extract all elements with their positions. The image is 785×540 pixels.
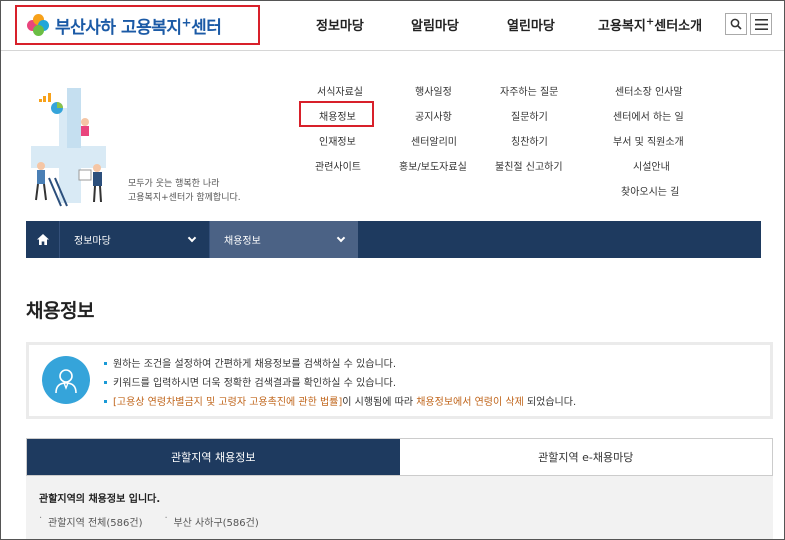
search-button[interactable] (725, 13, 747, 35)
menu-item-center-alerts[interactable]: 센터알리미 (411, 133, 457, 148)
menu-item-press[interactable]: 홍보/보도자료실 (399, 158, 467, 173)
site-logo[interactable]: 부산사하 고용복지+센터 (15, 5, 260, 45)
tab-panel: 관할지역의 채용정보 입니다. 관할지역 전체(586건) 부산 사하구(586… (26, 476, 773, 539)
gnb-item-open[interactable]: 열린마당 (507, 15, 555, 34)
mega-menu: 모두가 웃는 행복한 나라 고용복지+센터가 함께합니다. 서식자료실 채용정보… (1, 52, 784, 221)
user-profile-icon (42, 356, 90, 404)
info-item: 원하는 조건을 설정하여 간편하게 채용정보를 검색하실 수 있습니다. (104, 355, 576, 374)
home-icon (36, 234, 49, 245)
home-button[interactable] (26, 221, 60, 258)
link-all-regions[interactable]: 관할지역 전체(586건) (39, 513, 142, 529)
breadcrumb-depth1-label: 정보마당 (74, 236, 111, 247)
logo-text: 부산사하 고용복지+센터 (55, 14, 222, 38)
breadcrumb-depth2-dropdown[interactable]: 채용정보 (210, 221, 358, 258)
gnb-item-notice[interactable]: 알림마당 (411, 15, 459, 34)
info-list: 원하는 조건을 설정하여 간편하게 채용정보를 검색하실 수 있습니다. 키워드… (104, 355, 576, 412)
page-title: 채용정보 (26, 300, 94, 322)
menu-item-directions[interactable]: 찾아오시는 길 (621, 183, 679, 198)
menu-item-what-we-do[interactable]: 센터에서 하는 일 (613, 108, 684, 123)
highlight-box-jobs (299, 101, 374, 127)
menu-item-forms[interactable]: 서식자료실 (317, 83, 363, 98)
menu-item-talent[interactable]: 인재정보 (319, 133, 356, 148)
menu-item-complaint[interactable]: 불친절 신고하기 (495, 158, 563, 173)
menu-item-ask[interactable]: 질문하기 (511, 108, 548, 123)
menu-item-greeting[interactable]: 센터소장 인사말 (615, 83, 683, 98)
info-box: 원하는 조건을 설정하여 간편하게 채용정보를 검색하실 수 있습니다. 키워드… (26, 342, 773, 419)
menu-button[interactable] (750, 13, 772, 35)
location-bar: 정보마당 채용정보 (26, 221, 761, 258)
menu-item-facilities[interactable]: 시설안내 (633, 158, 670, 173)
menu-item-events[interactable]: 행사일정 (415, 83, 452, 98)
chevron-down-icon (187, 233, 197, 243)
logo-flower-icon (27, 14, 49, 36)
menu-item-praise[interactable]: 칭찬하기 (511, 133, 548, 148)
panel-title: 관할지역의 채용정보 입니다. (39, 494, 161, 505)
search-icon (730, 18, 742, 30)
site-header: 부산사하 고용복지+센터 정보마당 알림마당 열린마당 고용복지+센터소개 (1, 1, 784, 51)
slogan: 모두가 웃는 행복한 나라 고용복지+센터가 함께합니다. (128, 179, 241, 203)
gnb-item-info[interactable]: 정보마당 (316, 15, 364, 34)
hamburger-menu-icon (754, 18, 768, 30)
gnb-item-about[interactable]: 고용복지+센터소개 (598, 15, 702, 34)
tab-bar: 관할지역 채용정보 관할지역 e-채용마당 (26, 438, 773, 476)
tab-regional-jobs[interactable]: 관할지역 채용정보 (27, 439, 400, 475)
chevron-down-icon (336, 233, 346, 243)
page-frame: 부산사하 고용복지+센터 정보마당 알림마당 열린마당 고용복지+센터소개 모두… (0, 0, 785, 540)
menu-item-faq[interactable]: 자주하는 질문 (500, 83, 558, 98)
breadcrumb-depth2-label: 채용정보 (224, 236, 261, 247)
breadcrumb-depth1-dropdown[interactable]: 정보마당 (60, 221, 210, 258)
region-links: 관할지역 전체(586건) 부산 사하구(586건) (39, 513, 281, 529)
people-illustration (31, 88, 106, 207)
tab-regional-e-jobs[interactable]: 관할지역 e-채용마당 (399, 439, 772, 475)
menu-item-announcements[interactable]: 공지사항 (415, 108, 452, 123)
link-saha-gu[interactable]: 부산 사하구(586건) (164, 513, 258, 529)
menu-item-related-sites[interactable]: 관련사이트 (315, 158, 361, 173)
info-item: 키워드를 입력하시면 더욱 정확한 검색결과를 확인하실 수 있습니다. (104, 374, 576, 393)
info-item: [고용상 연령차별금지 및 고령자 고용촉진에 관한 법률]이 시행됨에 따라 … (104, 393, 576, 412)
menu-item-staff[interactable]: 부서 및 직원소개 (613, 133, 684, 148)
